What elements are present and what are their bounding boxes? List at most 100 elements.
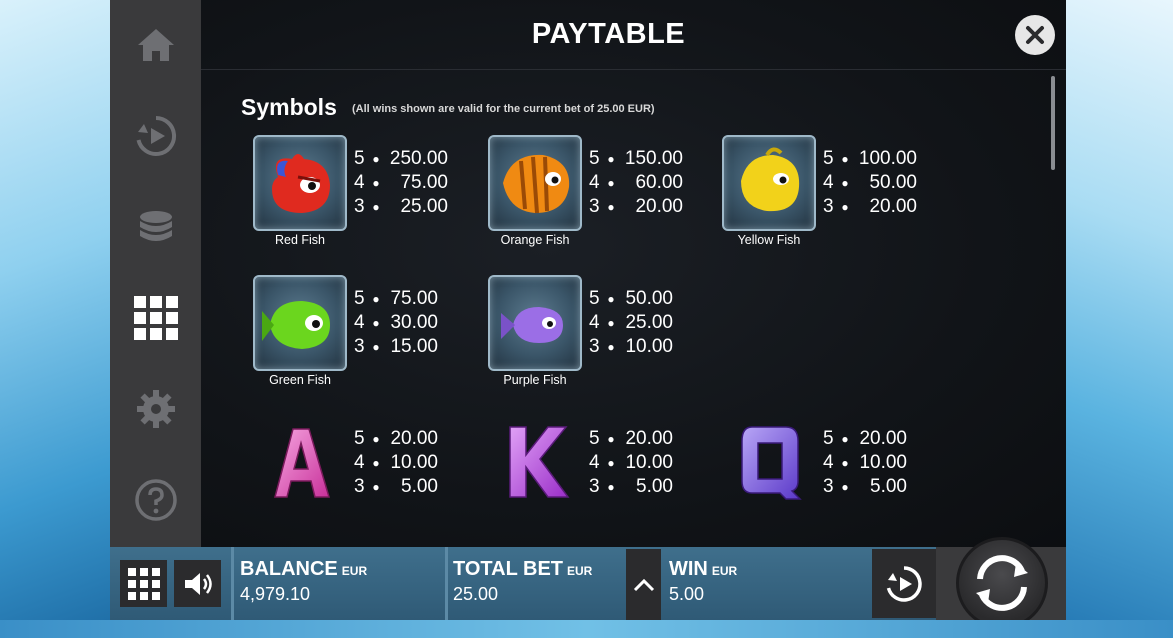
symbol-letter-a: 5 ● 20.00 4 ● 10.00 3 ● 5.00 <box>253 415 463 535</box>
pay-value: 10.00 <box>859 452 907 473</box>
pay-row: 3 ● 20.00 <box>589 195 683 219</box>
pay-count: 5 <box>589 428 600 449</box>
pay-count: 5 <box>354 148 365 169</box>
close-button[interactable] <box>1015 15 1055 55</box>
pay-row: 4 ● 10.00 <box>354 451 438 475</box>
symbol-name: Orange Fish <box>500 233 570 247</box>
symbol-orange-fish: Orange Fish 5 ● 150.00 4 ● 60.00 3 ● 20.00 <box>488 135 698 255</box>
bullet-icon: ● <box>841 456 849 470</box>
pay-value: 25.00 <box>400 196 448 217</box>
pay-value: 10.00 <box>625 336 673 357</box>
pay-value: 5.00 <box>870 476 907 497</box>
symbol-name: Purple Fish <box>503 373 567 387</box>
game-bottom-bar: BALANCE EUR 4,979.10 TOTAL BET EUR 25.00 W… <box>110 537 1066 629</box>
pay-count: 3 <box>823 196 834 217</box>
win-label: WIN EUR <box>669 558 738 580</box>
settings-button[interactable] <box>110 379 201 439</box>
grid-icon <box>127 567 160 600</box>
sound-button[interactable] <box>174 560 221 607</box>
pay-value: 20.00 <box>869 196 917 217</box>
bullet-icon: ● <box>841 432 849 446</box>
paytable-values: 5 ● 75.00 4 ● 30.00 3 ● 15.00 <box>354 287 438 359</box>
pay-row: 4 ● 10.00 <box>823 451 907 475</box>
pay-value: 75.00 <box>400 172 448 193</box>
pay-value: 30.00 <box>390 312 438 333</box>
symbol-name: Red Fish <box>274 233 326 247</box>
pay-row: 4 ● 60.00 <box>589 171 683 195</box>
chevron-up-icon <box>633 578 654 591</box>
paytable-values: 5 ● 20.00 4 ● 10.00 3 ● 5.00 <box>823 427 907 499</box>
pay-row: 3 ● 15.00 <box>354 335 438 359</box>
symbol-green-fish: Green Fish 5 ● 75.00 4 ● 30.00 3 ● 15.00 <box>253 275 463 395</box>
green-fish-icon <box>262 301 330 349</box>
help-button[interactable] <box>110 470 201 530</box>
panel-header: PAYTABLE <box>201 0 1066 70</box>
pay-count: 4 <box>589 312 600 333</box>
page-title: PAYTABLE <box>531 18 686 50</box>
symbol-tile <box>253 275 347 371</box>
bullet-icon: ● <box>607 480 615 494</box>
balance-label: BALANCE EUR <box>240 558 368 580</box>
pay-value: 50.00 <box>869 172 917 193</box>
pay-row: 4 ● 75.00 <box>354 171 448 195</box>
symbol-name: Yellow Fish <box>737 233 801 247</box>
symbol-tile <box>253 135 347 231</box>
divider <box>231 547 234 620</box>
symbol-tile <box>488 135 582 231</box>
pay-count: 5 <box>354 428 365 449</box>
bullet-icon: ● <box>607 152 615 166</box>
paytable-button[interactable] <box>110 288 201 348</box>
section-note: (All wins shown are valid for the curren… <box>352 103 655 115</box>
scrollbar[interactable] <box>1051 76 1055 170</box>
home-icon <box>137 29 174 61</box>
pay-row: 4 ● 50.00 <box>823 171 917 195</box>
pay-value: 10.00 <box>625 452 673 473</box>
purple-fish-icon <box>501 307 563 343</box>
spin-button[interactable] <box>956 537 1048 629</box>
bullet-icon: ● <box>841 200 849 214</box>
bullet-icon: ● <box>607 456 615 470</box>
pay-count: 3 <box>354 196 365 217</box>
bullet-icon: ● <box>607 176 615 190</box>
symbol-purple-fish: Purple Fish 5 ● 50.00 4 ● 25.00 3 ● 10.00 <box>488 275 698 395</box>
pay-row: 3 ● 25.00 <box>354 195 448 219</box>
bullet-icon: ● <box>841 152 849 166</box>
bet-settings-button[interactable] <box>110 197 201 257</box>
pay-count: 3 <box>589 476 600 497</box>
pay-row: 3 ● 10.00 <box>589 335 673 359</box>
bullet-icon: ● <box>607 340 615 354</box>
side-navigation <box>110 0 201 547</box>
pay-row: 5 ● 100.00 <box>823 147 917 171</box>
bullet-icon: ● <box>372 480 380 494</box>
replay-button[interactable] <box>110 106 201 166</box>
pay-value: 5.00 <box>401 476 438 497</box>
pay-row: 5 ● 150.00 <box>589 147 683 171</box>
pay-count: 4 <box>823 452 834 473</box>
win-currency: EUR <box>711 564 738 578</box>
pay-count: 3 <box>589 336 600 357</box>
pay-row: 4 ● 30.00 <box>354 311 438 335</box>
pay-count: 3 <box>354 476 365 497</box>
home-button[interactable] <box>110 15 201 75</box>
menu-button[interactable] <box>120 560 167 607</box>
autoplay-button[interactable] <box>872 549 936 618</box>
paytable-values: 5 ● 20.00 4 ● 10.00 3 ● 5.00 <box>354 427 438 499</box>
bullet-icon: ● <box>372 340 380 354</box>
pay-value: 60.00 <box>635 172 683 193</box>
pay-value: 100.00 <box>858 148 917 169</box>
pay-value: 20.00 <box>859 428 907 449</box>
pay-row: 5 ● 75.00 <box>354 287 438 311</box>
pay-count: 5 <box>823 148 834 169</box>
pay-count: 4 <box>354 452 365 473</box>
pay-row: 3 ● 5.00 <box>823 475 907 499</box>
symbol-letter-k: 5 ● 20.00 4 ● 10.00 3 ● 5.00 <box>488 415 698 535</box>
win-history-button[interactable] <box>626 549 661 620</box>
bullet-icon: ● <box>372 316 380 330</box>
bullet-icon: ● <box>372 456 380 470</box>
bullet-icon: ● <box>607 316 615 330</box>
background-scenery-right <box>1060 0 1173 638</box>
grid-icon <box>133 296 178 340</box>
pay-value: 50.00 <box>625 288 673 309</box>
pay-value: 10.00 <box>390 452 438 473</box>
pay-row: 5 ● 250.00 <box>354 147 448 171</box>
